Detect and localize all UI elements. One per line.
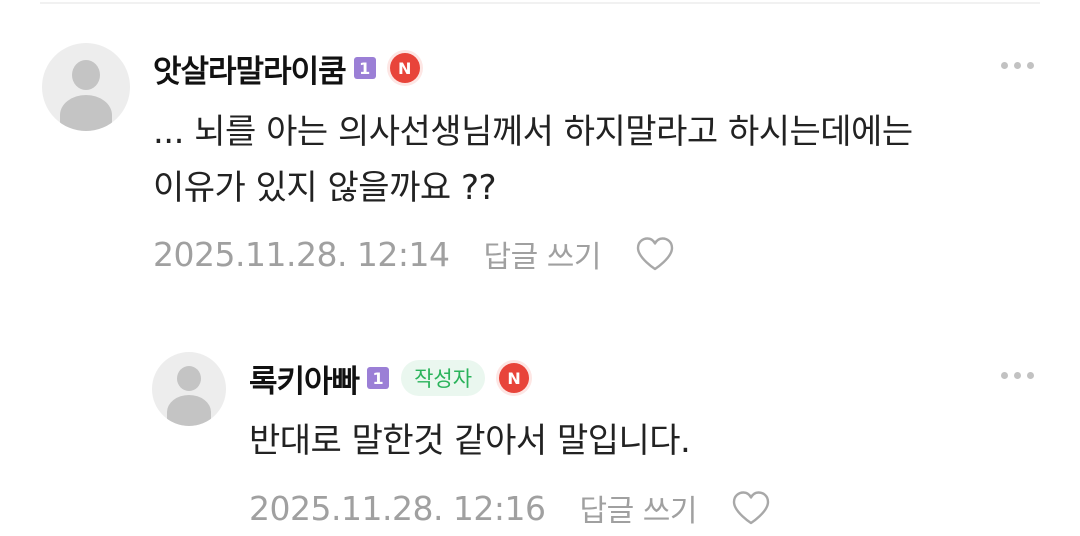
top-divider — [40, 2, 1040, 4]
level-badge: 1 — [367, 367, 390, 389]
more-dots-icon[interactable] — [1001, 372, 1034, 379]
heart-icon[interactable] — [635, 236, 675, 272]
avatar[interactable] — [42, 43, 130, 131]
heart-icon[interactable] — [731, 490, 771, 526]
comment-date: 2025.11.28. 12:14 — [153, 234, 450, 274]
comment-date: 2025.11.28. 12:16 — [249, 488, 546, 528]
reply-button[interactable]: 답글 쓰기 — [484, 232, 602, 276]
more-dots-icon[interactable] — [1001, 62, 1034, 69]
comment-text: ... 뇌를 아는 의사선생님께서 하지말라고 하시는데에는 이유가 있지 않을… — [153, 112, 913, 208]
level-badge: 1 — [353, 57, 376, 79]
new-badge: N — [389, 53, 420, 83]
avatar-head-icon — [72, 60, 100, 90]
avatar-head-icon — [177, 366, 201, 391]
reply-button[interactable]: 답글 쓰기 — [580, 486, 698, 530]
comment-header: 록키아빠 1 작성자 N — [249, 356, 530, 401]
username[interactable]: 록키아빠 — [249, 356, 360, 401]
avatar-body-icon — [167, 395, 211, 426]
author-tag: 작성자 — [401, 360, 486, 396]
comment-header: 앗살라말라이쿰 1 N — [153, 46, 420, 90]
username[interactable]: 앗살라말라이쿰 — [153, 46, 347, 91]
comment-text: 반대로 말한것 같아서 말입니다. — [249, 421, 691, 461]
avatar-body-icon — [60, 95, 112, 131]
comment-meta: 2025.11.28. 12:14 답글 쓰기 — [153, 232, 675, 276]
avatar[interactable] — [152, 352, 226, 426]
new-badge: N — [499, 363, 530, 393]
comment-meta: 2025.11.28. 12:16 답글 쓰기 — [249, 486, 771, 530]
